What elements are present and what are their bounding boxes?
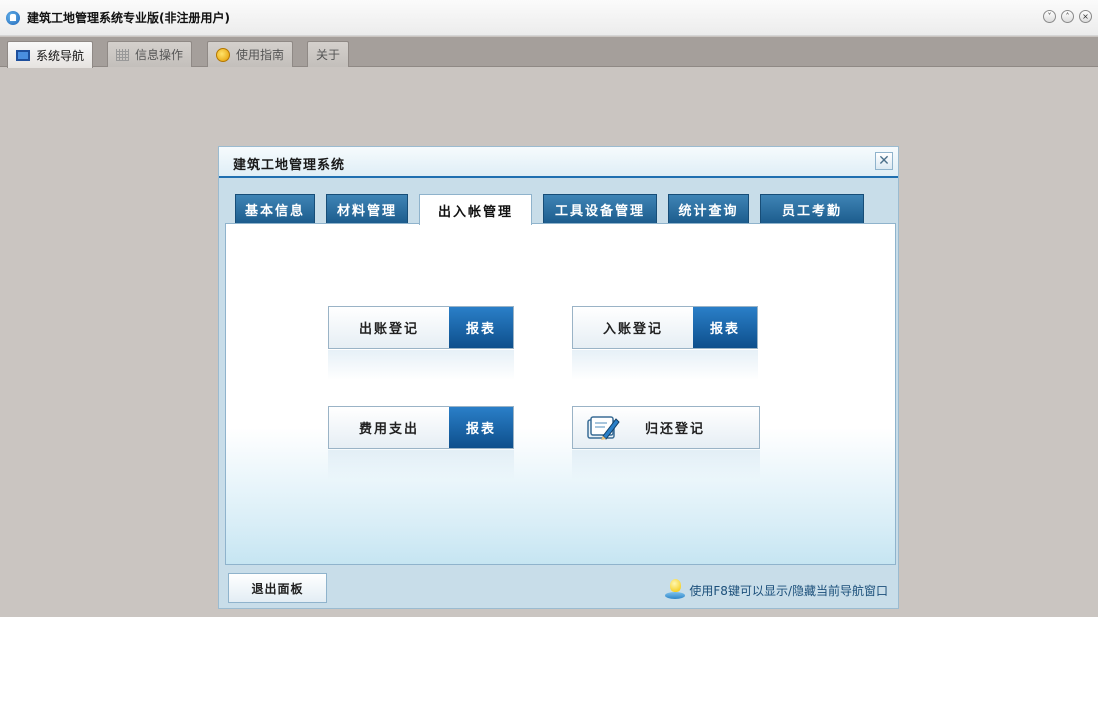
tab-info-ops[interactable]: 信息操作 (107, 41, 193, 67)
tab-label: 系统导航 (36, 48, 85, 63)
title-bar: 建筑工地管理系统专业版(非注册用户) ˅ ˄ × (0, 0, 1098, 36)
expense-action: 费用支出 报表 (328, 406, 514, 449)
outgoing-action: 出账登记 报表 (328, 306, 514, 349)
notebook-icon (587, 416, 620, 440)
close-icon[interactable]: × (1079, 10, 1092, 23)
tab-attendance[interactable]: 员工考勤 (760, 194, 864, 224)
button-reflection (328, 350, 514, 380)
tab-basic-info[interactable]: 基本信息 (235, 194, 315, 224)
grid-icon (116, 48, 129, 61)
window-title: 建筑工地管理系统专业版(非注册用户) (27, 11, 230, 25)
expense-report-button[interactable]: 报表 (449, 407, 513, 448)
close-panel-icon[interactable]: ✕ (875, 152, 893, 170)
tab-user-guide[interactable]: 使用指南 (207, 41, 294, 67)
outgoing-report-button[interactable]: 报表 (449, 307, 513, 348)
hint-text: 使用F8键可以显示/隐藏当前导航窗口 (689, 583, 888, 598)
app-window: 建筑工地管理系统专业版(非注册用户) ˅ ˄ × 系统导航 信息操作 使用指南 … (0, 0, 1098, 617)
window-controls: ˅ ˄ × (1043, 10, 1092, 23)
tab-system-nav[interactable]: 系统导航 (7, 41, 94, 68)
app-logo-icon (6, 10, 20, 25)
button-reflection (572, 450, 760, 480)
exit-panel-button[interactable]: 退出面板 (228, 573, 327, 603)
tab-about[interactable]: 关于 (307, 41, 350, 67)
help-icon (216, 47, 230, 62)
minimize-icon[interactable]: ˅ (1043, 10, 1056, 23)
tab-label: 信息操作 (135, 48, 184, 62)
tab-content: 出账登记 报表 入账登记 报表 费用支出 报表 归还登记 (225, 223, 896, 565)
return-register-button[interactable]: 归还登记 (573, 407, 759, 448)
main-tab-bar: 系统导航 信息操作 使用指南 关于 (0, 37, 1098, 68)
tab-tools-equipment[interactable]: 工具设备管理 (543, 194, 657, 224)
expense-button[interactable]: 费用支出 (329, 407, 449, 448)
tab-statistics[interactable]: 统计查询 (668, 194, 749, 224)
outgoing-register-button[interactable]: 出账登记 (329, 307, 449, 348)
tab-label: 关于 (316, 48, 341, 62)
panel-header: 建筑工地管理系统 ✕ (219, 147, 898, 178)
return-action: 归还登记 (572, 406, 760, 449)
button-reflection (328, 450, 514, 480)
tab-label: 使用指南 (236, 48, 285, 62)
incoming-action: 入账登记 报表 (572, 306, 758, 349)
restore-icon[interactable]: ˄ (1061, 10, 1074, 23)
tab-accounts[interactable]: 出入帐管理 (419, 194, 532, 225)
lightbulb-icon (665, 579, 686, 601)
navigation-panel: 建筑工地管理系统 ✕ 基本信息 材料管理 出入帐管理 工具设备管理 统计查询 员… (218, 146, 899, 609)
return-register-label: 归还登记 (645, 422, 706, 437)
incoming-report-button[interactable]: 报表 (693, 307, 757, 348)
incoming-register-button[interactable]: 入账登记 (573, 307, 693, 348)
button-reflection (572, 350, 758, 380)
panel-title: 建筑工地管理系统 (233, 158, 346, 173)
tab-materials[interactable]: 材料管理 (326, 194, 408, 224)
hint-message: 使用F8键可以显示/隐藏当前导航窗口 (665, 579, 888, 601)
monitor-icon (16, 49, 30, 61)
